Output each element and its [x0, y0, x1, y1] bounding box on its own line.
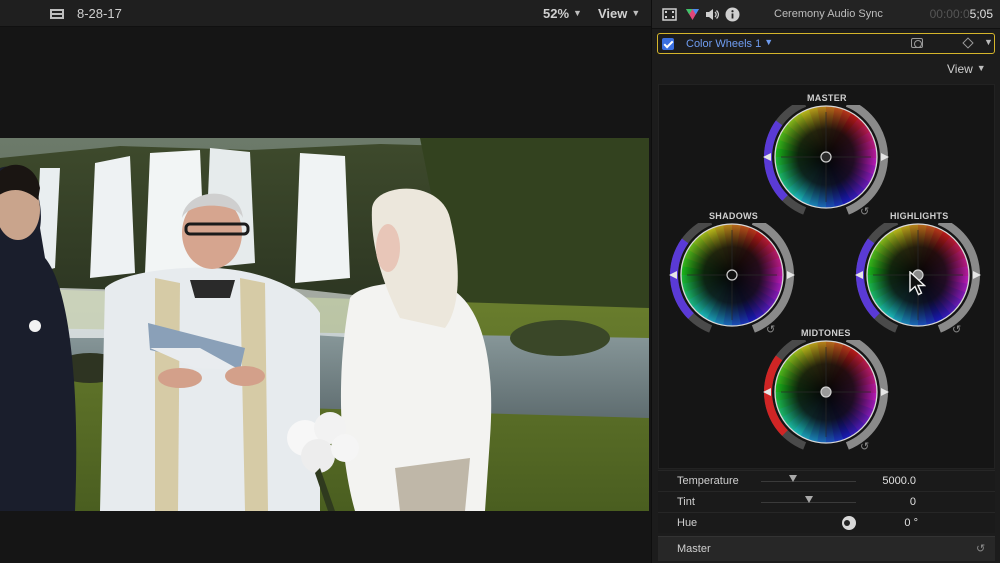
viewer-header: 8-28-17 52% ▼ View ▼ — [0, 0, 651, 27]
tint-slider-thumb[interactable] — [804, 496, 813, 503]
inspector-header: Ceremony Audio Sync 00:00:05;05 — [652, 0, 1000, 29]
chevron-down-icon: ▼ — [976, 63, 986, 73]
wheels-view-menu[interactable]: View ▼ — [947, 62, 986, 76]
chevron-down-icon: ▼ — [631, 8, 641, 18]
effect-name: Color Wheels 1 — [686, 38, 762, 50]
hue-dial[interactable] — [842, 516, 856, 530]
zoom-menu[interactable]: 52% ▼ — [543, 6, 582, 21]
info-inspector-tab-icon[interactable] — [725, 7, 740, 22]
view-label: View — [598, 6, 628, 21]
param-row-hue: Hue 0 ° — [658, 512, 995, 533]
color-inspector-tab-icon[interactable] — [685, 7, 700, 22]
inspector: Ceremony Audio Sync 00:00:05;05 Color Wh… — [651, 0, 1000, 563]
temperature-slider-track[interactable] — [761, 481, 856, 482]
master-section-header[interactable]: Master ↺ — [658, 536, 995, 561]
clip-title: 8-28-17 — [77, 6, 122, 21]
keyframe-icon[interactable] — [962, 37, 974, 49]
temperature-slider-thumb[interactable] — [789, 475, 798, 482]
param-row-temperature: Temperature 5000.0 — [658, 470, 995, 491]
color-wheel-midtones[interactable]: ↺ — [762, 340, 890, 452]
chevron-down-icon: ▼ — [764, 37, 774, 47]
param-row-tint: Tint 0 — [658, 491, 995, 512]
timecode: 00:00:05;05 — [930, 7, 993, 21]
color-wheels-panel: MASTER ↺ SHADOWS ↺ HIGHLIGHTS ↺ MIDTONES… — [658, 84, 995, 469]
audio-inspector-tab-icon[interactable] — [705, 7, 720, 22]
wheel-label-midtones: MIDTONES — [801, 328, 851, 338]
final-cut-pro-window: 8-28-17 52% ▼ View ▼ Ceremony Audio Sync… — [0, 0, 1000, 563]
effect-enable-checkbox[interactable] — [662, 38, 674, 50]
color-wheel-shadows[interactable]: ↺ — [668, 223, 796, 335]
zoom-value: 52% — [543, 6, 570, 21]
video-frame[interactable] — [0, 138, 649, 511]
mask-icon[interactable] — [911, 38, 923, 48]
reset-icon: ↺ — [766, 323, 775, 335]
reset-icon: ↺ — [952, 323, 961, 335]
inspector-clip-title: Ceremony Audio Sync — [774, 8, 883, 20]
tint-value[interactable]: 0 — [856, 496, 916, 508]
temperature-value[interactable]: 5000.0 — [856, 475, 916, 487]
timecode-value: 5;05 — [969, 7, 993, 21]
effect-name-menu[interactable]: Color Wheels 1 ▼ — [686, 37, 773, 50]
view-label: View — [947, 62, 973, 76]
viewer: 8-28-17 52% ▼ View ▼ — [0, 0, 651, 563]
viewer-view-menu[interactable]: View ▼ — [598, 6, 640, 21]
reset-icon[interactable]: ↺ — [976, 542, 985, 555]
master-section-label: Master — [677, 543, 711, 555]
param-label-tint: Tint — [677, 496, 695, 508]
mouse-pointer-icon — [909, 271, 926, 296]
wheel-label-highlights: HIGHLIGHTS — [890, 211, 949, 221]
param-label-temperature: Temperature — [677, 475, 739, 487]
reset-icon: ↺ — [860, 440, 869, 452]
clip-icon[interactable] — [50, 9, 64, 19]
wheel-label-master: MASTER — [807, 93, 847, 103]
chevron-down-icon: ▼ — [573, 8, 582, 18]
param-label-hue: Hue — [677, 517, 698, 529]
effect-header-color-wheels[interactable]: Color Wheels 1 ▼ ▼ — [657, 33, 995, 54]
video-inspector-tab-icon[interactable] — [662, 7, 677, 22]
hue-value[interactable]: 0 ° — [858, 517, 918, 529]
reset-icon: ↺ — [860, 205, 869, 217]
timecode-dim: 00:00:0 — [929, 7, 970, 21]
color-puck — [726, 269, 738, 281]
chevron-down-icon[interactable]: ▼ — [984, 37, 993, 47]
color-wheel-master[interactable]: ↺ — [762, 105, 890, 217]
color-puck — [820, 386, 832, 398]
color-puck — [820, 151, 832, 163]
wheel-label-shadows: SHADOWS — [709, 211, 759, 221]
